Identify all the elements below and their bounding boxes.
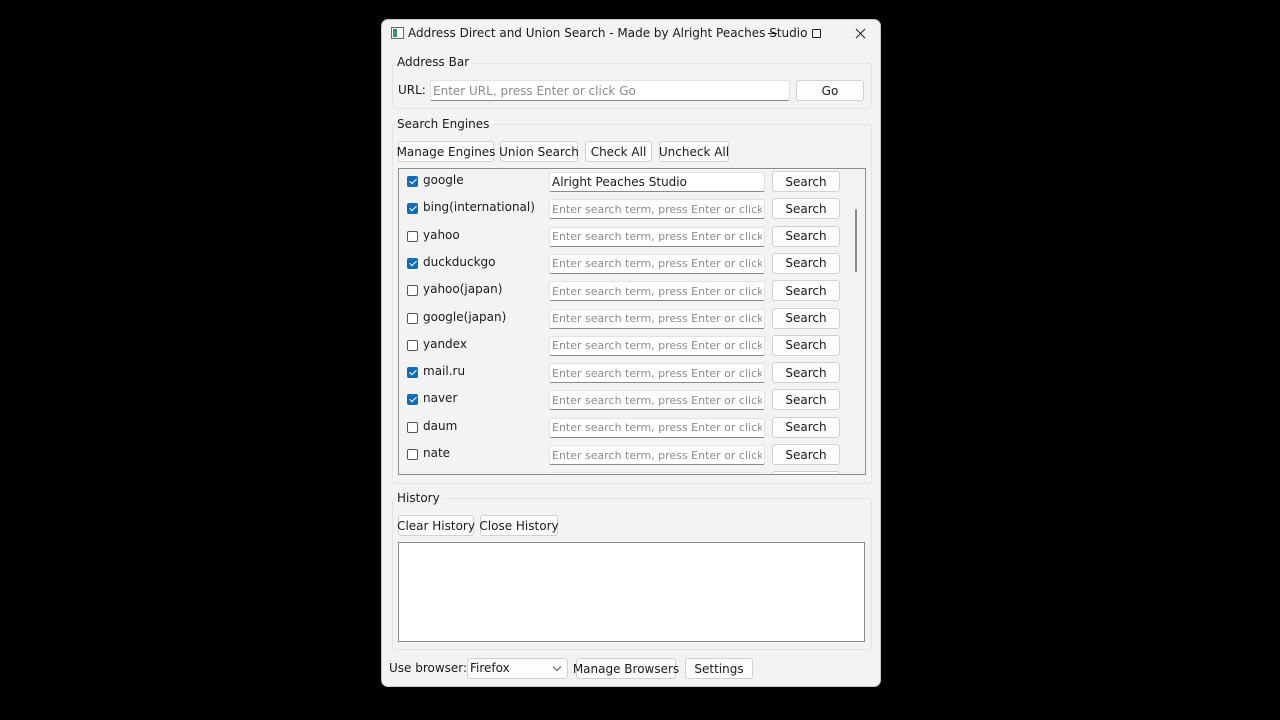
engine-search-input[interactable] xyxy=(549,226,765,247)
browser-select[interactable]: Firefox xyxy=(467,658,568,679)
engine-name: nate xyxy=(423,446,451,460)
close-icon xyxy=(855,28,866,39)
engine-search-button[interactable]: Search xyxy=(772,416,840,438)
engine-row: daum Search xyxy=(399,415,865,442)
engine-search-button[interactable]: Search xyxy=(772,171,840,192)
engine-row: mail.ru Search xyxy=(399,360,865,387)
engine-search-input[interactable] xyxy=(549,363,765,384)
address-bar-title: Address Bar xyxy=(395,55,472,69)
engine-search-button[interactable]: Search xyxy=(772,225,840,247)
engine-search-button[interactable]: Search xyxy=(772,280,840,302)
engine-search-input[interactable] xyxy=(549,199,765,220)
engine-row: yahoo Search xyxy=(399,224,865,251)
engine-name: duckduckgo xyxy=(423,254,496,269)
window-title: Address Direct and Union Search - Made b… xyxy=(408,26,808,40)
engine-checkbox[interactable] xyxy=(407,230,418,242)
engine-row: google(japan) Search xyxy=(399,306,865,333)
engine-search-button[interactable]: Search xyxy=(772,252,840,274)
engine-name: naver xyxy=(423,391,458,406)
settings-button[interactable]: Settings xyxy=(685,658,753,679)
engine-search-button[interactable]: Search xyxy=(772,389,840,411)
engine-search-button[interactable] xyxy=(772,471,840,474)
manage-engines-button[interactable]: Manage Engines xyxy=(397,141,495,162)
engine-search-input[interactable] xyxy=(549,390,765,411)
engine-checkbox[interactable] xyxy=(407,257,418,269)
engine-checkbox[interactable] xyxy=(407,176,418,187)
engine-search-button[interactable]: Search xyxy=(772,444,840,465)
engine-checkbox[interactable] xyxy=(407,394,418,406)
history-list[interactable] xyxy=(398,542,865,642)
minimize-icon xyxy=(767,33,777,34)
engine-row: duckduckgo Search xyxy=(399,251,865,278)
engine-name: yandex xyxy=(423,336,467,351)
engine-checkbox[interactable] xyxy=(407,449,418,460)
engine-row-partial xyxy=(399,469,865,474)
engine-row: yandex Search xyxy=(399,333,865,360)
close-history-button[interactable]: Close History xyxy=(479,515,559,536)
engine-search-input[interactable] xyxy=(549,335,765,356)
chevron-down-icon xyxy=(552,662,562,672)
app-window: Address Direct and Union Search - Made b… xyxy=(381,19,881,687)
url-input[interactable] xyxy=(430,80,790,101)
engine-search-input[interactable] xyxy=(549,253,765,274)
clear-history-button[interactable]: Clear History xyxy=(397,515,475,536)
engine-name: google(japan) xyxy=(423,309,507,324)
engine-search-button[interactable]: Search xyxy=(772,334,840,356)
engine-search-button[interactable]: Search xyxy=(772,362,840,384)
engine-search-input[interactable] xyxy=(549,281,765,302)
close-button[interactable] xyxy=(838,20,880,47)
engine-name: daum xyxy=(423,418,458,433)
engine-name: bing(international) xyxy=(423,200,535,215)
minimize-button[interactable] xyxy=(750,20,794,47)
history-title: History xyxy=(395,491,442,505)
engine-search-input[interactable] xyxy=(549,472,765,474)
engine-search-input[interactable] xyxy=(549,445,765,465)
app-icon xyxy=(391,27,404,39)
engine-search-button[interactable]: Search xyxy=(772,307,840,329)
manage-browsers-button[interactable]: Manage Browsers xyxy=(573,658,679,679)
engine-search-input[interactable] xyxy=(549,172,765,192)
engine-checkbox[interactable] xyxy=(407,312,418,324)
engine-checkbox[interactable] xyxy=(407,285,418,297)
check-all-button[interactable]: Check All xyxy=(585,141,652,162)
engine-checkbox[interactable] xyxy=(407,203,418,215)
engine-search-input[interactable] xyxy=(549,417,765,438)
engine-row: bing(international) Search xyxy=(399,196,865,223)
engine-checkbox[interactable] xyxy=(407,339,418,351)
engine-name: yahoo(japan) xyxy=(423,282,503,297)
engine-list[interactable]: googleSearchbing(international)Searchyah… xyxy=(398,168,866,475)
engine-name: google xyxy=(423,173,464,187)
engine-name: yahoo xyxy=(423,227,460,242)
engine-row: yahoo(japan) Search xyxy=(399,278,865,305)
go-button[interactable]: Go xyxy=(796,80,864,101)
browser-select-value: Firefox xyxy=(470,661,510,675)
engine-checkbox[interactable] xyxy=(407,421,418,433)
engine-row: nate Search xyxy=(399,442,865,469)
uncheck-all-button[interactable]: Uncheck All xyxy=(659,141,729,162)
engine-name: mail.ru xyxy=(423,364,466,379)
url-label: URL: xyxy=(398,83,426,97)
engine-row: naver Search xyxy=(399,387,865,414)
maximize-icon xyxy=(811,29,821,38)
maximize-button[interactable] xyxy=(794,20,838,47)
title-bar[interactable]: Address Direct and Union Search - Made b… xyxy=(382,20,880,47)
use-browser-label: Use browser: xyxy=(389,661,468,675)
engine-search-input[interactable] xyxy=(549,308,765,329)
engine-row: google Search xyxy=(399,169,865,196)
search-engines-title: Search Engines xyxy=(395,117,492,131)
engine-search-button[interactable]: Search xyxy=(772,198,840,220)
engine-checkbox[interactable] xyxy=(407,367,418,379)
union-search-button[interactable]: Union Search xyxy=(499,141,579,162)
